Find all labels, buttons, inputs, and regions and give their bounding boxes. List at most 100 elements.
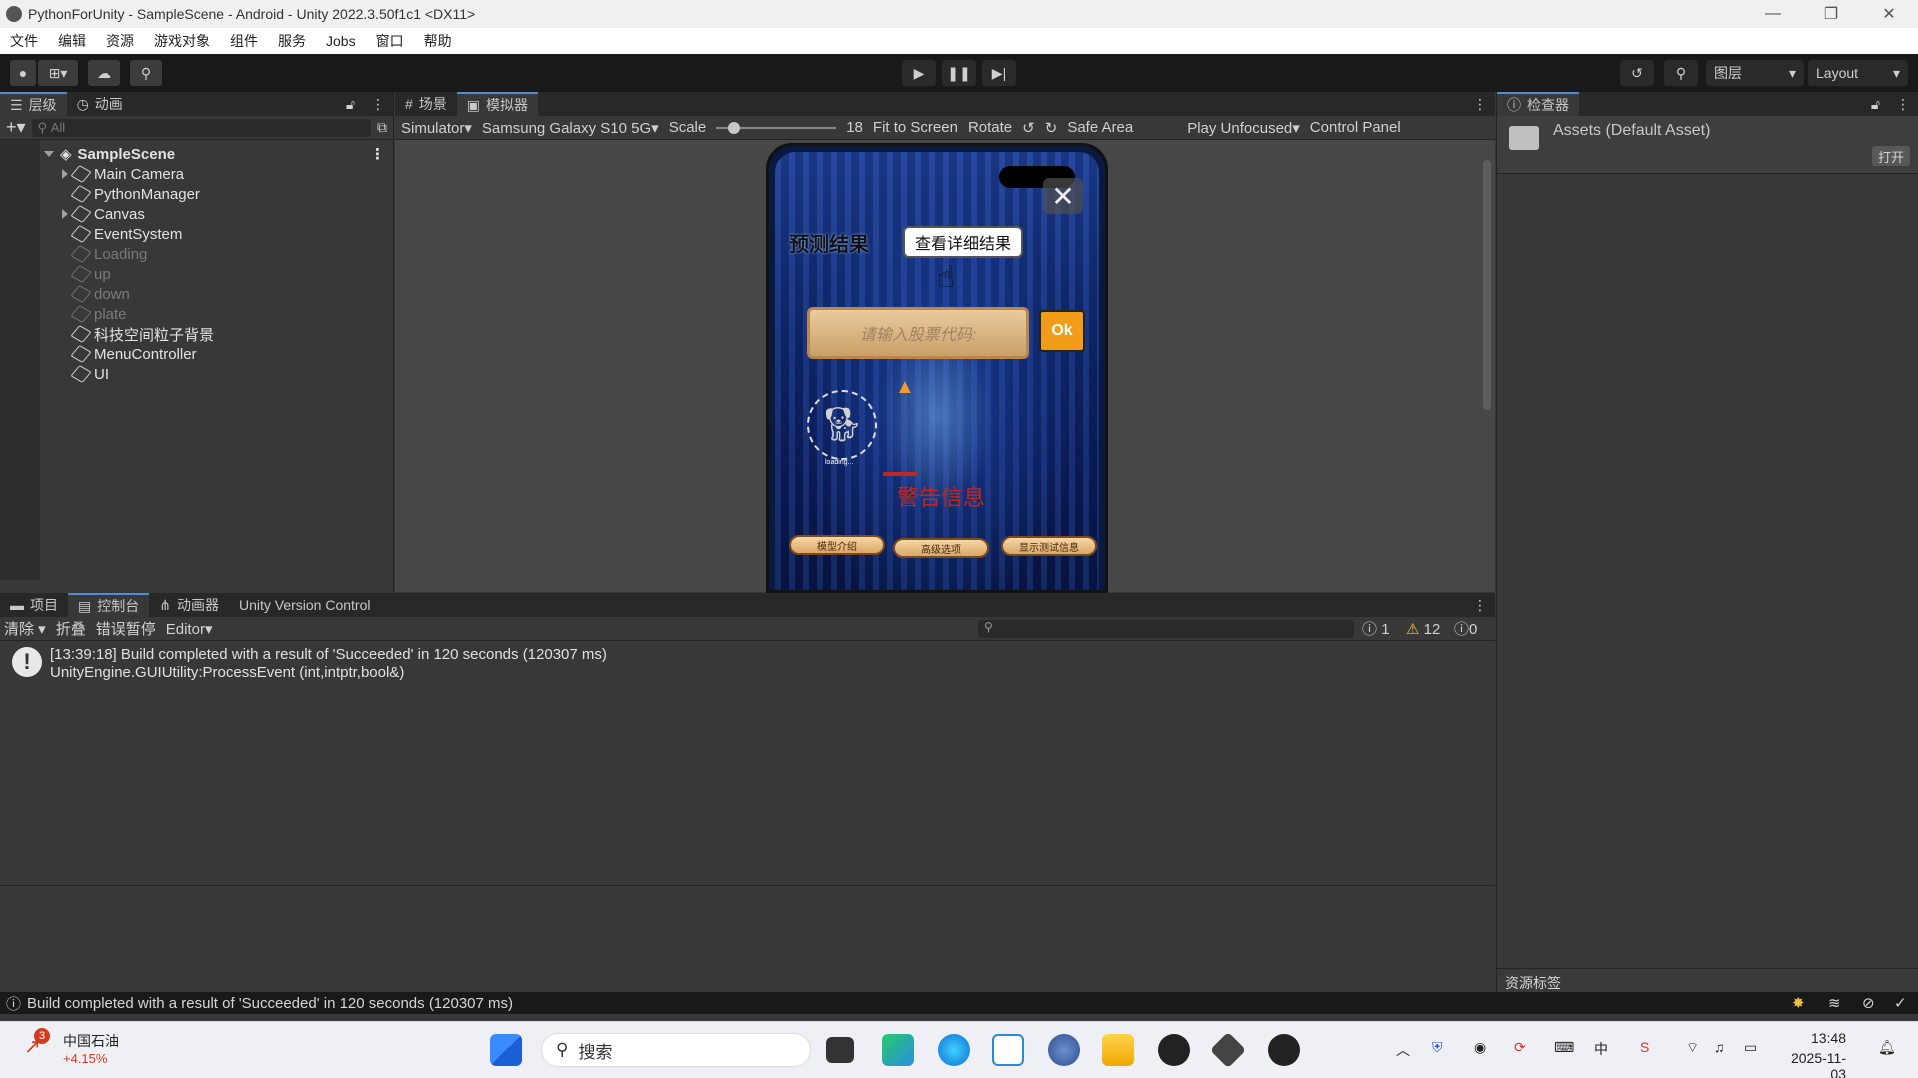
more-menu-icon[interactable]: ⋮ <box>1888 92 1918 116</box>
close-button[interactable]: ✕ <box>1860 0 1918 28</box>
menu-assets[interactable]: 资源 <box>96 31 144 51</box>
status-message[interactable]: Build completed with a result of 'Succee… <box>27 995 513 1012</box>
cloud-icon[interactable]: ☁ <box>88 60 120 86</box>
qq-icon[interactable] <box>1158 1034 1190 1066</box>
error-count-toggle[interactable]: ⓘ0 <box>1454 618 1477 639</box>
history-icon[interactable]: ↺ <box>1620 60 1654 86</box>
hierarchy-item[interactable]: plate <box>0 304 393 324</box>
simulator-dropdown[interactable]: Simulator▾ <box>401 119 472 137</box>
check-icon[interactable]: ✓ <box>1894 994 1907 1012</box>
tab-hierarchy[interactable]: ☰ 层级 <box>0 92 67 116</box>
cache-icon[interactable]: ≋ <box>1828 994 1841 1012</box>
scene-root[interactable]: ◈ SampleScene ⋮ <box>0 144 393 164</box>
battery-icon[interactable]: ▭ <box>1744 1039 1757 1056</box>
menu-gameobject[interactable]: 游戏对象 <box>144 31 220 51</box>
layers-dropdown[interactable]: 图层 ▾ <box>1706 60 1804 86</box>
maximize-button[interactable]: ❐ <box>1802 0 1860 28</box>
wifi-icon[interactable]: ⌔ <box>1686 1039 1699 1057</box>
advanced-options-button[interactable]: 高级选项 <box>893 538 989 558</box>
hierarchy-item[interactable]: Canvas <box>0 204 393 224</box>
hierarchy-item[interactable]: 科技空间粒子背景 <box>0 324 393 344</box>
expand-arrow-icon[interactable] <box>62 169 68 179</box>
step-button[interactable]: ▶| <box>982 60 1016 86</box>
more-menu-icon[interactable]: ⋮ <box>1465 92 1495 116</box>
rotate-right-icon[interactable]: ↻ <box>1045 119 1058 137</box>
tab-scene[interactable]: # 场景 <box>395 92 457 116</box>
device-dropdown[interactable]: Samsung Galaxy S10 5G▾ <box>482 119 659 137</box>
settings-gear-icon[interactable] <box>1048 1034 1080 1066</box>
hierarchy-item[interactable]: MenuController <box>0 344 393 364</box>
slider-thumb[interactable] <box>728 121 741 134</box>
error-pause-toggle[interactable]: 错误暂停 <box>96 618 156 639</box>
tab-project[interactable]: ▬ 项目 <box>0 593 68 617</box>
play-mode-dropdown[interactable]: Play Unfocused▾ <box>1187 119 1300 137</box>
keyboard-icon[interactable]: ⌨ <box>1554 1039 1574 1056</box>
pause-button[interactable]: ❚❚ <box>942 60 976 86</box>
menu-jobs[interactable]: Jobs <box>316 33 366 49</box>
network-icon[interactable]: ⊘ <box>1862 994 1875 1012</box>
hierarchy-item[interactable]: UI <box>0 364 393 384</box>
more-menu-icon[interactable]: ⋮ <box>363 92 393 116</box>
taskbar-search-box[interactable]: ⚲ 搜索 <box>541 1033 811 1067</box>
sync-icon[interactable]: ⟳ <box>1514 1039 1526 1056</box>
expand-arrow-icon[interactable] <box>44 151 54 157</box>
search-icon[interactable]: ⚲ <box>1664 60 1698 86</box>
menu-component[interactable]: 组件 <box>220 31 268 51</box>
detail-result-button[interactable]: 查看详细结果 <box>903 226 1023 258</box>
hierarchy-item[interactable]: up <box>0 264 393 284</box>
show-test-info-button[interactable]: 显示测试信息 <box>1001 536 1097 556</box>
menu-services[interactable]: 服务 <box>268 31 316 51</box>
volume-icon[interactable]: ♫ <box>1714 1039 1725 1055</box>
hierarchy-item[interactable]: EventSystem <box>0 224 393 244</box>
stock-name[interactable]: 中国石油 <box>63 1031 119 1051</box>
task-view-icon[interactable] <box>826 1037 854 1063</box>
clock-date[interactable]: 2025-11-03 <box>1778 1050 1846 1078</box>
menu-window[interactable]: 窗口 <box>366 31 414 51</box>
control-panel-button[interactable]: Control Panel <box>1310 119 1401 136</box>
account-icon[interactable]: ● <box>10 60 36 86</box>
windows-start-icon[interactable] <box>490 1034 522 1066</box>
info-count-toggle[interactable]: ⓘ 1 <box>1362 618 1390 639</box>
rotate-left-icon[interactable]: ↺ <box>1022 119 1035 137</box>
game-screen[interactable]: ✕ 预测结果 查看详细结果 ☝ 请输入股票代码: Ok ▲ 🐕︎ loading… <box>775 152 1099 590</box>
edge-browser-icon[interactable] <box>938 1034 970 1066</box>
fit-to-screen-button[interactable]: Fit to Screen <box>873 119 958 136</box>
asset-labels-section[interactable]: 资源标签 <box>1497 968 1918 992</box>
expand-arrow-icon[interactable] <box>62 209 68 219</box>
hierarchy-item[interactable]: Main Camera <box>0 164 393 184</box>
ok-button[interactable]: Ok <box>1039 310 1085 352</box>
menu-file[interactable]: 文件 <box>0 31 48 51</box>
grid-dropdown-icon[interactable]: ⊞▾ <box>38 60 78 86</box>
close-x-icon[interactable]: ✕ <box>1043 178 1083 214</box>
hierarchy-search-input[interactable]: ⚲ All <box>31 118 371 137</box>
hierarchy-item[interactable]: down <box>0 284 393 304</box>
scale-slider[interactable] <box>716 121 837 134</box>
clock-time[interactable]: 13:48 <box>1786 1030 1846 1046</box>
search-filter-icon[interactable]: ⧉ <box>377 119 387 136</box>
tab-animator[interactable]: ⋔ 动画器 <box>149 593 229 617</box>
unity-hub-icon[interactable] <box>1209 1031 1247 1069</box>
add-icon[interactable]: +▾ <box>6 117 26 138</box>
minimize-button[interactable]: — <box>1744 0 1802 28</box>
safe-area-toggle[interactable]: Safe Area <box>1067 119 1133 136</box>
tab-simulator[interactable]: ▣ 模拟器 <box>456 92 539 116</box>
bug-icon[interactable]: ✸ <box>1792 994 1805 1012</box>
snipping-tool-icon[interactable] <box>992 1034 1024 1066</box>
menu-help[interactable]: 帮助 <box>414 31 462 51</box>
tab-console[interactable]: ▤ 控制台 <box>68 593 150 617</box>
tab-version-control[interactable]: Unity Version Control <box>229 593 381 617</box>
file-explorer-icon[interactable] <box>1102 1034 1134 1066</box>
lock-icon[interactable]: 🔓︎ <box>1863 92 1888 116</box>
chevron-up-icon[interactable]: ︿ <box>1396 1040 1410 1060</box>
widgets-icon[interactable] <box>882 1034 914 1066</box>
notification-bell-icon[interactable]: 🔔︎ <box>1878 1039 1896 1056</box>
console-search-input[interactable]: ⚲ <box>978 620 1354 638</box>
detail-divider[interactable] <box>0 885 1495 886</box>
hierarchy-item[interactable]: Loading <box>0 244 393 264</box>
more-menu-icon[interactable]: ⋮ <box>1465 593 1495 617</box>
lock-icon[interactable]: 🔓︎ <box>338 92 363 116</box>
vertical-scrollbar[interactable] <box>1481 144 1493 584</box>
stock-code-input[interactable]: 请输入股票代码: <box>807 307 1029 359</box>
wps-icon[interactable]: S <box>1640 1039 1649 1055</box>
collapse-toggle[interactable]: 折叠 <box>56 618 86 639</box>
